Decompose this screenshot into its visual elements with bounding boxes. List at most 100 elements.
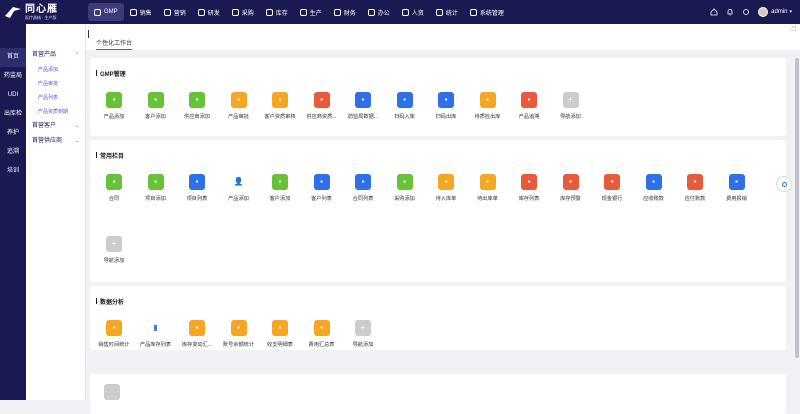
topnav-item-7[interactable]: 财务 xyxy=(328,3,362,21)
topnav-item-4[interactable]: 采购 xyxy=(226,3,260,21)
tile-label: 客户列表 xyxy=(311,196,332,202)
shortcut-tile[interactable]: ▪ 库存列表 xyxy=(509,174,549,210)
subnav-item[interactable]: 产品添加 xyxy=(26,63,85,77)
shortcut-tile[interactable]: + 导航添加 xyxy=(94,236,134,272)
subnav-item[interactable]: 产品资质到期 xyxy=(26,105,85,119)
shortcut-tile[interactable]: ▪ 客户添加 xyxy=(260,174,300,210)
shortcut-tile[interactable]: ▪ 库存变动汇... xyxy=(177,320,217,356)
shortcut-tile[interactable]: ▪ 客户添加 xyxy=(136,92,176,128)
shortcut-tile[interactable]: ▪ 待出库单 xyxy=(468,174,508,210)
subnav-item[interactable]: 产品列表 xyxy=(26,91,85,105)
topnav-label: 研发 xyxy=(207,10,220,17)
settings-icon[interactable] xyxy=(742,8,750,16)
shortcut-tile[interactable]: ▪ 项目列表 xyxy=(177,174,217,210)
shortcut-tile[interactable]: ▪ 产品添加 xyxy=(94,92,134,128)
shortcut-tile[interactable]: ▪ 应收账款 xyxy=(634,174,674,210)
home-icon[interactable] xyxy=(710,8,718,16)
topnav-item-5[interactable]: 库存 xyxy=(260,3,294,21)
tile-label: 账号余额统计 xyxy=(222,342,255,348)
outbound-icon: ▪ xyxy=(479,174,496,190)
subnav-item[interactable]: 产品审批 xyxy=(26,77,85,91)
rail-item-2[interactable]: UDI xyxy=(0,86,26,105)
avatar[interactable] xyxy=(758,7,769,17)
shortcut-tile[interactable]: ▪ 费用报销 xyxy=(717,174,757,210)
shortcut-tile[interactable]: ▪ 销售时间统计 xyxy=(94,320,134,356)
topnav-item-3[interactable]: 研发 xyxy=(192,3,226,21)
topnav-item-10[interactable]: 统计 xyxy=(430,3,464,21)
shortcut-tile[interactable]: ▪ 产品追溯 xyxy=(509,92,549,128)
subnav-group-label: 首营产品 xyxy=(32,52,57,58)
shortcut-tile[interactable]: ▪ 合同列表 xyxy=(343,174,383,210)
shortcut-tile[interactable]: ▪ 库存预警 xyxy=(551,174,591,210)
expand-icon[interactable]: ⛶ xyxy=(792,27,796,34)
bar-chart-icon xyxy=(163,8,171,16)
bell-icon[interactable] xyxy=(726,8,734,16)
app-logo[interactable]: 同心雁 医疗器械 · 生产版 xyxy=(4,2,88,22)
payable-icon: ▪ xyxy=(687,174,703,190)
shortcut-tile[interactable]: 👤 产品添加 xyxy=(219,174,259,210)
shortcut-tile[interactable]: ▪ 账号余额统计 xyxy=(219,320,259,356)
subnav-group-0[interactable]: 首营产品 ⌃ xyxy=(26,48,85,63)
shortcut-tile[interactable]: ▪ 扫码出库 xyxy=(426,92,466,128)
topnav-item-6[interactable]: 生产 xyxy=(294,3,328,21)
tab-workspace[interactable]: 个性化工作台 xyxy=(96,38,133,50)
tile-label: 采购添加 xyxy=(394,196,415,202)
shortcut-tile[interactable]: + 导航添加 xyxy=(551,92,591,128)
subnav-group-1[interactable]: 首营客户 ⌄ xyxy=(26,119,85,134)
shortcut-tile[interactable]: ▪ 供应商资质... xyxy=(302,92,342,128)
shortcut-tile[interactable]: ▪ 现金银行 xyxy=(592,174,632,210)
stock-icon: ▪ xyxy=(521,174,537,190)
tab-bar: 个性化工作台 ⛶ xyxy=(86,24,800,50)
summary-icon: ▪ xyxy=(313,320,330,336)
scrollbar[interactable] xyxy=(795,58,799,358)
tile-label: 库存变动汇... xyxy=(181,342,213,348)
tile-label: 产品库存列表 xyxy=(139,342,172,348)
shortcut-tile[interactable]: ▪ 采购添加 xyxy=(385,174,425,210)
top-bar: 同心雁 医疗器械 · 生产版 GMP 销售 营销 研发 采购 库存 生产 财务 办公 人资 统计 系统… xyxy=(0,0,800,24)
topnav-item-0[interactable]: GMP xyxy=(88,3,124,21)
shortcut-tile[interactable]: + 导航添加 xyxy=(343,320,383,356)
rail-item-4[interactable]: 养护 xyxy=(0,124,26,143)
shortcut-tile[interactable]: ▪ 待入库单 xyxy=(426,174,466,210)
tile-label: 项目列表 xyxy=(186,196,208,202)
shortcut-tile[interactable]: ▪ 供应商添加 xyxy=(177,92,217,128)
rail-item-0[interactable]: 首页 xyxy=(0,48,26,67)
topnav-item-2[interactable]: 营销 xyxy=(158,3,192,21)
tile-label: 客户资质审核 xyxy=(264,114,296,120)
topnav-item-8[interactable]: 办公 xyxy=(362,3,396,21)
top-right-tools: admin ▾ xyxy=(702,3,792,21)
shortcut-tile[interactable]: ▪ 收支明细表 xyxy=(260,320,300,356)
shortcut-tile[interactable]: ▪ 项目添加 xyxy=(136,174,176,210)
topnav-label: 库存 xyxy=(275,10,288,17)
shortcut-tile[interactable]: ▪ 客户资质审核 xyxy=(260,92,300,128)
rail-item-5[interactable]: 追溯 xyxy=(0,143,26,162)
float-chat-button[interactable] xyxy=(776,176,792,192)
rail-item-3[interactable]: 出库检 xyxy=(0,105,26,124)
shortcut-tile[interactable]: ▮ 产品库存列表 xyxy=(136,320,176,356)
topnav-label: 营销 xyxy=(173,10,186,17)
tile-label: 合同 xyxy=(108,196,120,202)
add-nav-icon[interactable] xyxy=(104,384,120,400)
shortcut-tile[interactable]: ▪ 客户列表 xyxy=(302,174,342,210)
rail-item-6[interactable]: 培训 xyxy=(0,162,26,181)
topnav-label: 办公 xyxy=(377,10,390,17)
shortcut-tile[interactable]: ▪ 费用汇总表 xyxy=(302,320,342,356)
topnav-item-1[interactable]: 销售 xyxy=(124,3,158,21)
shortcut-tile[interactable]: ▪ 合同 xyxy=(94,174,134,210)
tile-label: 费用报销 xyxy=(726,196,747,202)
rail-item-1[interactable]: 药监局 xyxy=(0,67,26,86)
user-name[interactable]: admin xyxy=(771,9,787,15)
chevron-icon: ⌃ xyxy=(74,52,79,58)
shortcut-tile[interactable]: ▪ 药监局数据... xyxy=(343,92,383,128)
shortcut-tile[interactable]: ▪ 应付账款 xyxy=(675,174,715,210)
shortcut-tile[interactable]: ▪ 扫码入库 xyxy=(385,92,425,128)
logo-title: 同心雁 xyxy=(25,4,58,15)
shortcut-tile[interactable]: ▪ 产品审批 xyxy=(219,92,259,128)
tile-label: 导航添加 xyxy=(560,114,581,120)
topnav-item-9[interactable]: 人资 xyxy=(396,3,430,21)
chevron-down-icon[interactable]: ▾ xyxy=(789,9,792,15)
subnav-group-2[interactable]: 首营供应商 ⌄ xyxy=(26,134,85,149)
shortcut-tile[interactable]: ▪ 待质检出库 xyxy=(468,92,508,128)
topnav-item-11[interactable]: 系统管理 xyxy=(464,3,510,21)
user-add-icon: ▪ xyxy=(147,92,164,108)
